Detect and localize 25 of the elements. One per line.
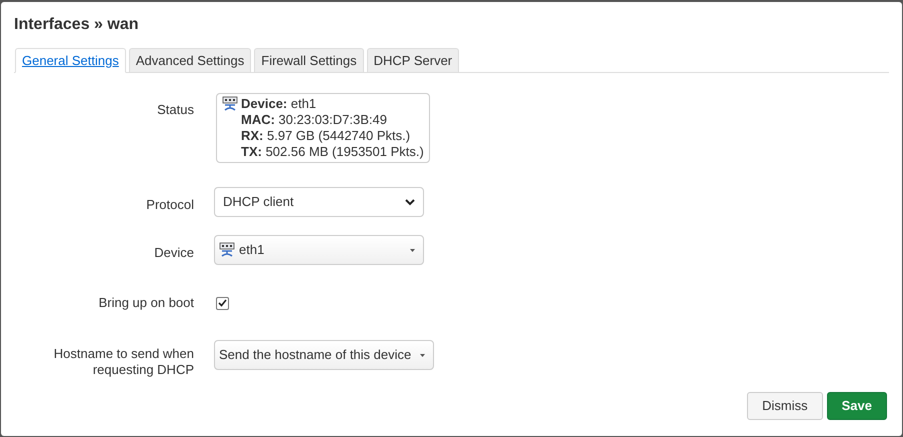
status-line: RX: 5.97 GB (5442740 Pkts.) <box>241 128 412 144</box>
caret-icon <box>410 248 415 252</box>
chevron-down-icon <box>405 198 415 206</box>
tab[interactable]: DHCP Server <box>366 48 460 73</box>
protocol-select[interactable]: DHCP client <box>214 187 424 217</box>
checkbox[interactable] <box>216 296 229 310</box>
network-port-icon <box>219 242 235 258</box>
dismiss-button[interactable]: Dismiss <box>747 392 823 420</box>
device-dropdown[interactable]: eth1 <box>214 235 424 265</box>
field-label: Bring up on boot <box>98 295 194 311</box>
dialog-title: Interfaces » wan <box>14 15 140 35</box>
field-label: Status <box>157 102 194 118</box>
status-line: MAC: 30:23:03:D7:3B:49 <box>241 112 388 128</box>
save-button[interactable]: Save <box>826 392 887 420</box>
network-port-icon <box>222 96 238 112</box>
hostname-dropdown[interactable]: Send the hostname of this device <box>214 340 434 370</box>
status-line: Device: eth1 <box>241 96 318 112</box>
tab[interactable]: Firewall Settings <box>254 48 364 73</box>
field-label: Protocol <box>146 197 194 213</box>
status-line: TX: 502.56 MB (1953501 Pkts.) <box>241 144 424 160</box>
caret-icon <box>420 354 425 356</box>
tab[interactable]: Advanced Settings <box>128 48 252 73</box>
field-label: Device <box>154 245 194 261</box>
field-label: Hostname to send when requesting DHCP <box>52 346 194 378</box>
tab[interactable]: General Settings <box>15 48 126 73</box>
